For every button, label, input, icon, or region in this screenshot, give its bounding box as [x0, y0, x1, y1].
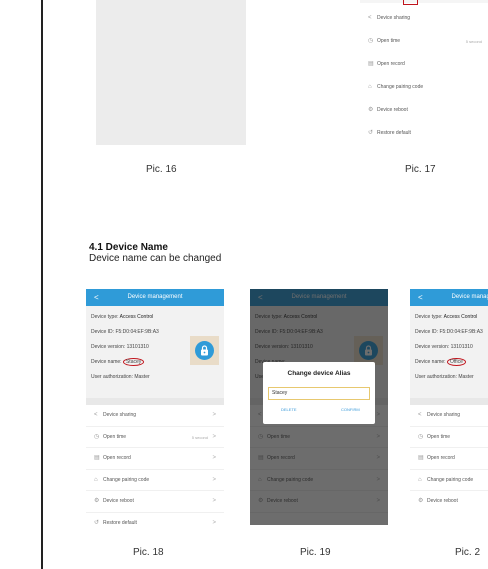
menu-item-device-reboot[interactable]: ⚙ Device reboot: [360, 99, 488, 122]
share-icon: <: [94, 412, 98, 418]
delete-button[interactable]: DELETE: [281, 407, 297, 412]
menu-item-open-record[interactable]: ▤ Open record: [410, 448, 488, 470]
back-icon[interactable]: <: [94, 289, 99, 306]
device-type: Device type: Access Control: [415, 314, 478, 320]
pic19-screen: < Device management Device type: Access …: [250, 289, 388, 525]
device-name[interactable]: Device name: Office: [415, 355, 488, 370]
header-title: Device management: [127, 294, 183, 300]
section-description: Device name can be changed: [89, 253, 222, 264]
menu-item-restore-default[interactable]: ↺ Restore default: [360, 122, 488, 145]
menu-item-open-time[interactable]: ◷ Open time 5 second >: [86, 427, 224, 448]
device-name-value: Stacey: [122, 358, 145, 366]
alias-input[interactable]: Stacey: [268, 387, 370, 400]
device-info-panel: Device type: Access Control Device ID: F…: [86, 306, 224, 398]
menu-item-change-pairing-code[interactable]: ⌂ Change pairing code: [360, 76, 488, 99]
menu-item-device-reboot[interactable]: ⚙Device reboot>: [86, 491, 224, 513]
caption-pic18: Pic. 18: [133, 547, 164, 558]
lock-icon: ⌂: [94, 476, 98, 483]
confirm-button[interactable]: CONFIRM: [341, 407, 360, 412]
menu-item-device-reboot[interactable]: ⚙ Device reboot: [410, 491, 488, 504]
menu-item-open-record[interactable]: ▤ Open record: [360, 53, 488, 76]
lock-icon: ⌂: [368, 84, 372, 90]
clock-icon: ◷: [418, 433, 424, 440]
restore-icon: ↺: [368, 130, 374, 136]
record-icon: ▤: [94, 455, 100, 461]
chevron-right-icon: >: [212, 519, 216, 526]
lock-badge: [190, 336, 219, 365]
pic17-screen: < Device sharing ◷ Open time 5 second ▤ Open…: [360, 0, 488, 145]
device-info-panel: Device type: Access Control Device ID: F…: [410, 306, 488, 398]
app-header: < Device management: [410, 289, 488, 306]
record-icon: ▤: [418, 455, 424, 461]
caption-pic20: Pic. 2: [455, 547, 481, 558]
reboot-icon: ⚙: [94, 498, 100, 504]
lock-icon: [195, 341, 214, 360]
menu-item-device-sharing[interactable]: <Device sharing>: [86, 405, 224, 427]
menu-item-device-sharing[interactable]: < Device sharing: [360, 7, 488, 30]
menu-item-device-sharing[interactable]: < Device sharing: [410, 405, 488, 427]
device-id: Device ID: F5:D0:04:EF:9B:A3: [415, 329, 483, 335]
user-authorization: User authorization: Master: [415, 374, 474, 380]
menu-item-change-pairing-code[interactable]: ⌂ Change pairing code: [410, 470, 488, 491]
menu-item-restore-default[interactable]: ↺ Restore default >: [86, 513, 224, 531]
caption-pic16: Pic. 16: [146, 164, 177, 175]
menu-item-open-time[interactable]: ◷ Open time 5 second: [360, 30, 488, 53]
highlight-mark: [403, 0, 418, 5]
caption-pic19: Pic. 19: [300, 547, 331, 558]
share-icon: <: [418, 412, 422, 418]
menu-item-open-time[interactable]: ◷ Open time: [410, 427, 488, 448]
reboot-icon: ⚙: [368, 107, 374, 113]
chevron-right-icon: >: [212, 412, 216, 418]
record-icon: ▤: [368, 61, 374, 67]
chevron-right-icon: >: [212, 498, 216, 504]
chevron-right-icon: >: [212, 433, 216, 440]
user-authorization: User authorization: Master: [91, 374, 150, 380]
share-icon: <: [368, 15, 372, 21]
lock-icon: ⌂: [418, 476, 422, 483]
page-margin-rule: [41, 0, 43, 569]
clock-icon: ◷: [94, 433, 100, 440]
pic18-screen: < Device management Device type: Access …: [86, 289, 224, 530]
back-icon[interactable]: <: [418, 289, 423, 306]
device-version: Device version: 13101310: [415, 344, 473, 350]
chevron-right-icon: >: [212, 476, 216, 483]
chevron-right-icon: >: [212, 455, 216, 461]
dialog-title: Change device Alias: [287, 370, 351, 377]
app-header: < Device management: [86, 289, 224, 306]
header-title: Device management: [451, 294, 488, 300]
device-name-value: Office: [446, 358, 466, 366]
menu-item-open-record[interactable]: ▤Open record>: [86, 448, 224, 470]
clock-icon: ◷: [368, 38, 374, 44]
caption-pic17: Pic. 17: [405, 164, 436, 175]
section-title: 4.1 Device Name: [89, 242, 168, 253]
change-alias-dialog: Change device Alias Stacey DELETE CONFIR…: [263, 362, 375, 424]
reboot-icon: ⚙: [418, 498, 424, 504]
restore-icon: ↺: [94, 519, 100, 526]
menu-item-change-pairing-code[interactable]: ⌂Change pairing code>: [86, 470, 224, 491]
pic16-image-placeholder: [96, 0, 246, 145]
device-type: Device type: Access Control: [91, 314, 154, 320]
pic20-screen: < Device management Device type: Access …: [410, 289, 488, 504]
